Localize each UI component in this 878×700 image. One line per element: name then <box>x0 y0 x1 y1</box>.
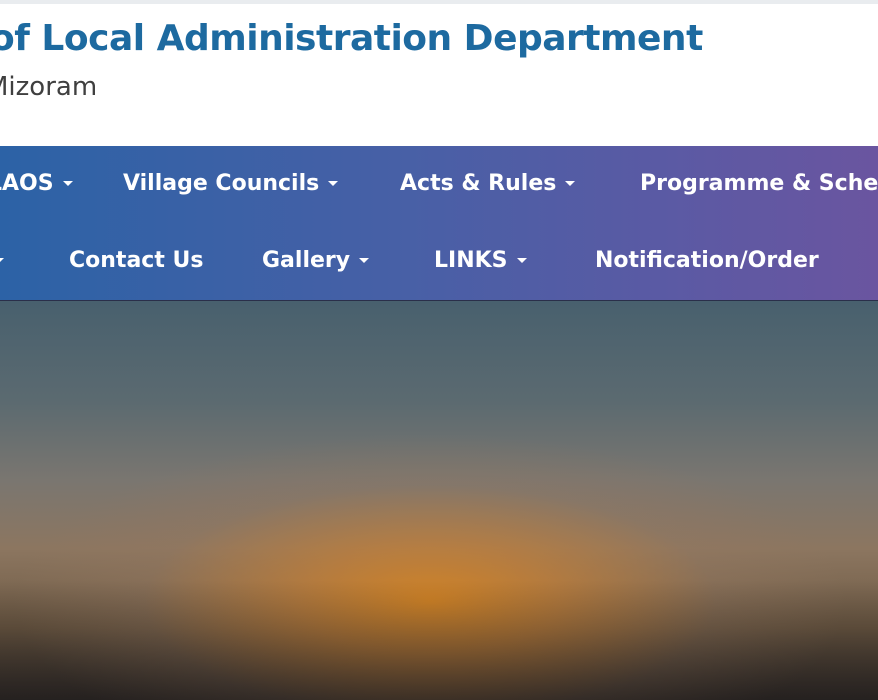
site-header: of Local Administration Department Mizor… <box>0 4 878 146</box>
nav-item-label: LINKS <box>434 248 508 273</box>
caret-down-icon <box>565 180 576 186</box>
nav-item-notification-order[interactable]: Notification/Order <box>595 247 819 275</box>
caret-down-icon <box>516 257 527 263</box>
nav-item-label: Acts & Rules <box>400 171 557 196</box>
nav-item-label: LAOS <box>0 171 54 196</box>
caret-down-icon <box>328 180 339 186</box>
nav-item-village-councils[interactable]: Village Councils <box>123 170 339 198</box>
site-title[interactable]: of Local Administration Department <box>0 18 703 59</box>
nav-item-label: Notification/Order <box>595 248 819 273</box>
nav-item-label: Village Councils <box>123 171 320 196</box>
nav-item-label: Programme & Schemes <box>640 171 878 196</box>
nav-item-label: Contact Us <box>69 248 204 273</box>
nav-item-label: Gallery <box>262 248 351 273</box>
caret-down-icon <box>359 257 370 263</box>
main-navigation: LAOS Village Councils Acts & Rules Progr… <box>0 146 878 301</box>
nav-item-links[interactable]: LINKS <box>434 247 527 275</box>
site-subtitle: Mizoram <box>0 72 98 102</box>
nav-item-previous-dropdown[interactable] <box>0 247 4 275</box>
nav-item-gallery[interactable]: Gallery <box>262 247 370 275</box>
caret-down-icon <box>62 180 73 186</box>
nav-item-programme-schemes[interactable]: Programme & Schemes <box>640 170 878 198</box>
page: of Local Administration Department Mizor… <box>0 0 878 700</box>
nav-item-laos[interactable]: LAOS <box>0 170 73 198</box>
nav-item-acts-rules[interactable]: Acts & Rules <box>400 170 576 198</box>
nav-item-contact-us[interactable]: Contact Us <box>69 247 203 275</box>
hero-banner-image <box>0 301 878 700</box>
hero-vignette <box>0 301 878 700</box>
caret-down-icon <box>0 257 4 263</box>
